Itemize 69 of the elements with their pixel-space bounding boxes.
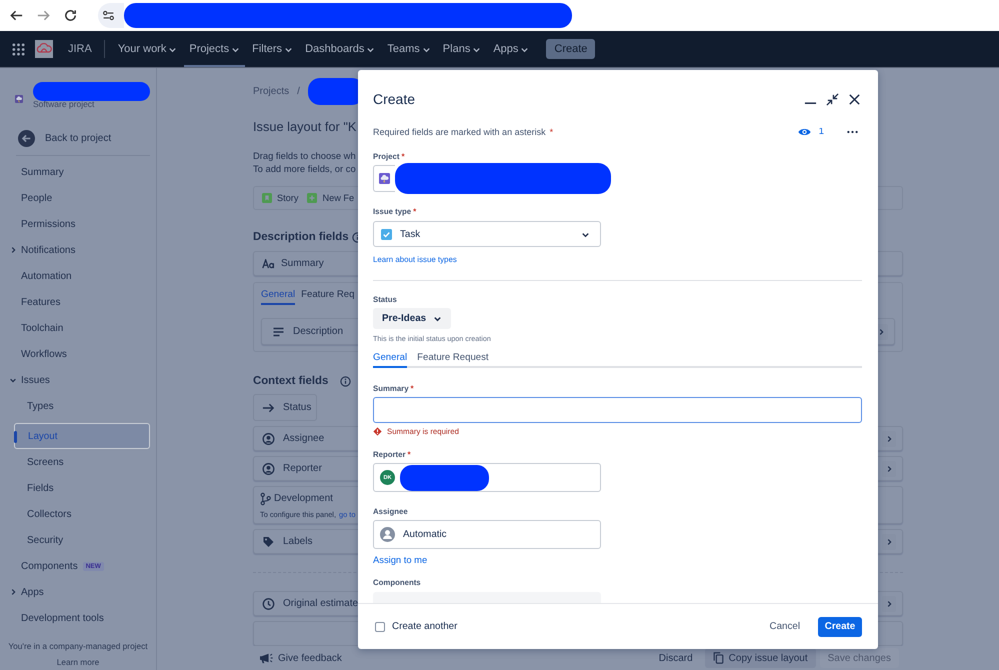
sidebar-item[interactable]: Features bbox=[6, 289, 150, 315]
tab[interactable]: Feature Req bbox=[301, 287, 354, 305]
sidebar-item[interactable]: Toolchain bbox=[6, 315, 150, 341]
sidebar-item[interactable]: Development tools bbox=[6, 605, 150, 631]
create-another-checkbox[interactable]: Create another bbox=[375, 621, 458, 632]
sidebar-item[interactable]: Apps bbox=[6, 579, 150, 605]
sidebar-item[interactable]: Screens bbox=[6, 449, 150, 475]
page-description: To add more fields, or co bbox=[253, 162, 356, 175]
field-label: Reporter bbox=[283, 463, 322, 474]
section-heading: Context fields bbox=[253, 375, 328, 387]
required-note: Required fields are marked with an asterisk bbox=[373, 128, 546, 139]
field-label: Labels bbox=[283, 536, 312, 547]
issue-type-select[interactable]: Task bbox=[373, 221, 601, 247]
create-button[interactable]: Create bbox=[546, 39, 596, 59]
breadcrumb-separator: / bbox=[297, 86, 300, 97]
field-label: Description bbox=[293, 326, 344, 337]
page-description: Drag fields to choose wh bbox=[253, 149, 356, 162]
copy-button[interactable]: Copy issue layout bbox=[704, 648, 816, 668]
required-mark: * bbox=[401, 152, 405, 161]
field-card[interactable]: Status bbox=[253, 394, 317, 421]
sidebar-item[interactable]: Types bbox=[6, 393, 150, 419]
back-to-project-link[interactable]: Back to project bbox=[6, 125, 150, 151]
sidebar-item[interactable]: People bbox=[6, 185, 150, 211]
dialog-title: Create bbox=[373, 91, 416, 107]
nav-menu-item[interactable]: Plans bbox=[438, 31, 486, 67]
field-label: Development bbox=[274, 493, 333, 504]
learn-more-link[interactable]: Learn more bbox=[56, 657, 100, 667]
required-mark: * bbox=[410, 384, 414, 393]
sidebar-item[interactable]: Permissions bbox=[6, 211, 150, 237]
give-feedback-link[interactable]: Give feedback bbox=[259, 652, 342, 664]
action-button[interactable]: Discard bbox=[650, 648, 701, 668]
cancel-button[interactable]: Cancel bbox=[762, 616, 808, 636]
section-heading: Description fields bbox=[253, 231, 349, 243]
required-mark: * bbox=[408, 450, 411, 459]
sidebar-item[interactable]: Summary bbox=[6, 159, 150, 185]
project-type: Software project bbox=[33, 99, 96, 109]
breadcrumb-link[interactable]: Projects bbox=[253, 86, 290, 97]
field-label: Assignee bbox=[283, 433, 324, 444]
sidebar-item[interactable]: Notifications bbox=[6, 237, 150, 263]
page-title: Issue layout for "K bbox=[253, 119, 356, 134]
field-label: Original estimate bbox=[283, 598, 358, 609]
sidebar-item[interactable]: Collectors bbox=[6, 501, 150, 527]
tab[interactable]: Feature Request bbox=[417, 352, 489, 368]
sidebar-item[interactable]: Security bbox=[6, 527, 150, 553]
field-label: Summary bbox=[281, 258, 324, 269]
sidebar-item[interactable]: Automation bbox=[6, 263, 150, 289]
status-button[interactable]: Pre-Ideas bbox=[373, 308, 452, 329]
tab[interactable]: General bbox=[373, 352, 408, 368]
sidebar-item[interactable]: Issues bbox=[6, 367, 150, 393]
sidebar-item[interactable]: Fields bbox=[6, 475, 150, 501]
assignee-select[interactable]: Automatic bbox=[373, 520, 601, 549]
create-button[interactable]: Create bbox=[818, 616, 862, 636]
tab[interactable]: General bbox=[261, 287, 296, 305]
issue-type-tab[interactable]: New Fe bbox=[307, 193, 354, 203]
required-mark: * bbox=[413, 207, 416, 216]
sidebar-item[interactable]: Workflows bbox=[6, 341, 150, 367]
nav-menu-item[interactable]: Filters bbox=[247, 31, 298, 67]
nav-menu-item[interactable]: Your work bbox=[112, 31, 182, 67]
issue-type-tab[interactable]: Story bbox=[262, 193, 298, 203]
product-name[interactable]: JIRA bbox=[68, 43, 92, 55]
nav-menu-item[interactable]: Dashboards bbox=[300, 31, 380, 67]
nav-menu-item[interactable]: Apps bbox=[488, 31, 534, 67]
assign-to-me-link[interactable]: Assign to me bbox=[373, 554, 428, 565]
nav-menu-item[interactable]: Projects bbox=[184, 31, 246, 67]
project-type-note: You're in a company-managed project bbox=[8, 641, 148, 651]
required-mark: * bbox=[550, 128, 554, 139]
field-label: Status bbox=[283, 402, 312, 413]
nav-menu-item[interactable]: Teams bbox=[382, 31, 436, 67]
sidebar-item[interactable]: Layout bbox=[14, 423, 150, 449]
